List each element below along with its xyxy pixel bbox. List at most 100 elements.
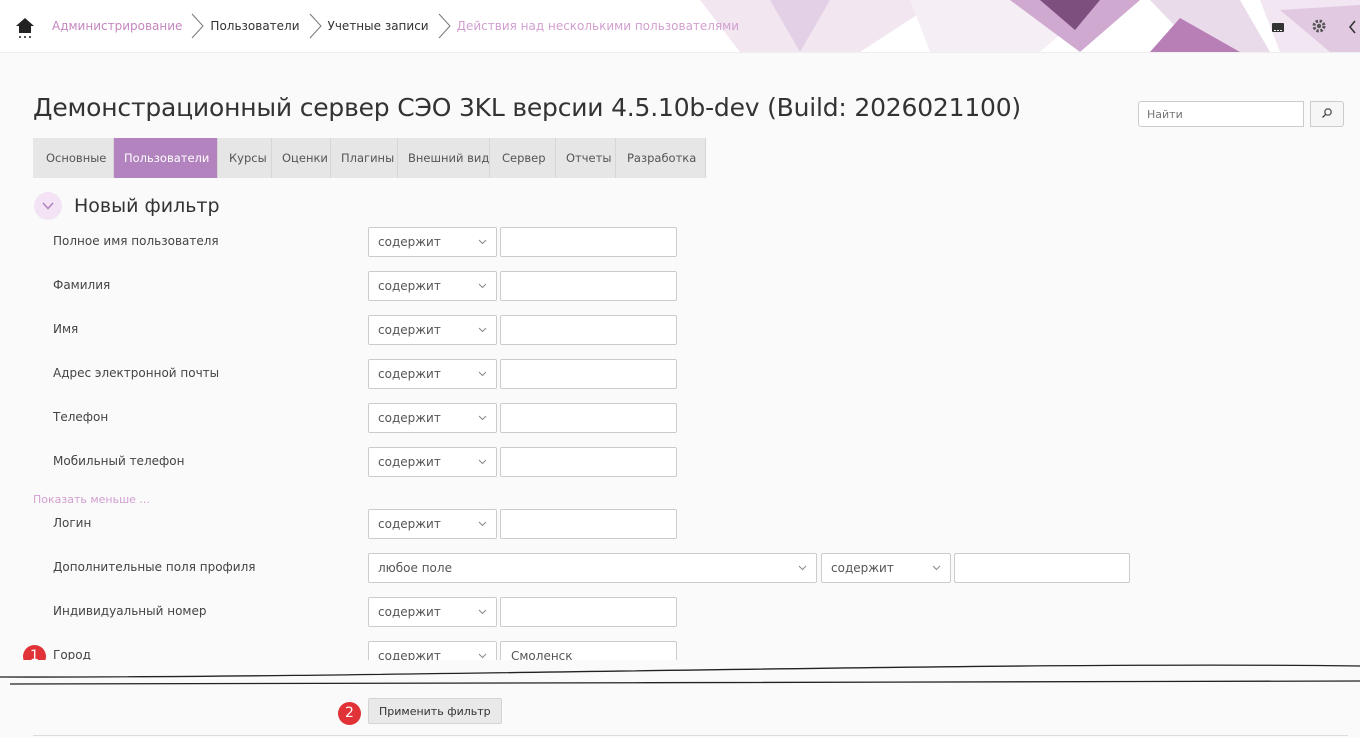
filter-row-login: Логин содержит — [0, 509, 1360, 539]
operator-value: содержит — [378, 605, 441, 619]
value-input[interactable] — [500, 227, 677, 257]
search-icon — [1322, 107, 1332, 118]
field-label: Полное имя пользователя — [53, 234, 219, 248]
operator-select[interactable]: содержит — [368, 403, 497, 433]
operator-select[interactable]: содержит — [821, 553, 951, 583]
header-decoration — [700, 0, 1360, 52]
breadcrumb-item[interactable]: Действия над несколькими пользователями — [429, 13, 739, 39]
filter-row-lastname: Фамилия содержит — [0, 271, 1360, 301]
home-icon[interactable] — [12, 14, 38, 40]
step-badge: 2 — [338, 702, 361, 725]
operator-select[interactable]: содержит — [368, 447, 497, 477]
operator-value: содержит — [378, 411, 441, 425]
value-input[interactable] — [500, 271, 677, 301]
chevron-down-icon — [478, 283, 487, 289]
operator-value: содержит — [378, 279, 441, 293]
tab-appearance[interactable]: Внешний вид — [398, 138, 490, 178]
tab-development[interactable]: Разработка — [616, 138, 706, 178]
value-input[interactable] — [500, 403, 677, 433]
filter-row-profile-fields: Дополнительные поля профиля любое поле с… — [0, 553, 1360, 583]
breadcrumb-item[interactable]: Пользователи — [182, 13, 300, 39]
operator-select[interactable]: содержит — [368, 227, 497, 257]
operator-select[interactable]: содержит — [368, 597, 497, 627]
breadcrumb-label[interactable]: Действия над несколькими пользователями — [457, 19, 739, 33]
chevron-down-icon — [478, 609, 487, 615]
page-title: Демонстрационный сервер СЭО 3KL версии 4… — [33, 93, 1021, 122]
apply-filter-button[interactable]: Применить фильтр — [368, 698, 502, 724]
operator-value: содержит — [831, 561, 894, 575]
value-input[interactable] — [500, 509, 677, 539]
operator-value: содержит — [378, 517, 441, 531]
breadcrumb-label[interactable]: Учетные записи — [328, 19, 429, 33]
field-label: Индивидуальный номер — [53, 604, 207, 618]
filter-row-idnumber: Индивидуальный номер содержит — [0, 597, 1360, 627]
operator-select[interactable]: содержит — [368, 509, 497, 539]
search-box — [1138, 101, 1344, 127]
admin-tabs: Основные Пользователи Курсы Оценки Плаги… — [33, 138, 706, 178]
operator-value: содержит — [378, 323, 441, 337]
value-input[interactable] — [500, 315, 677, 345]
filter-row-mobile: Мобильный телефон содержит — [0, 447, 1360, 477]
tab-users[interactable]: Пользователи — [114, 138, 218, 178]
chevron-down-icon — [478, 415, 487, 421]
field-label: Адрес электронной почты — [53, 366, 220, 380]
value-input[interactable] — [500, 447, 677, 477]
profile-field-select[interactable]: любое поле — [368, 553, 817, 583]
chevron-right-icon — [309, 13, 322, 39]
field-label: Логин — [53, 516, 92, 530]
chevron-down-icon — [478, 327, 487, 333]
field-label: Имя — [53, 322, 79, 336]
chevron-down-icon — [932, 565, 941, 571]
profile-field-value: любое поле — [378, 561, 452, 575]
tab-grades[interactable]: Оценки — [272, 138, 331, 178]
chevron-right-icon — [438, 13, 451, 39]
filter-row-firstname: Имя содержит — [0, 315, 1360, 345]
divider — [33, 735, 1348, 736]
operator-value: содержит — [378, 367, 441, 381]
field-label: Дополнительные поля профиля — [53, 560, 256, 574]
operator-select[interactable]: содержит — [368, 271, 497, 301]
search-input[interactable] — [1138, 101, 1304, 127]
operator-value: содержит — [378, 235, 441, 249]
tab-courses[interactable]: Курсы — [218, 138, 272, 178]
chevron-right-icon — [192, 13, 205, 39]
value-input[interactable] — [500, 597, 677, 627]
breadcrumb-label[interactable]: Пользователи — [210, 19, 299, 33]
breadcrumb-item[interactable]: Учетные записи — [300, 13, 429, 39]
chevron-left-icon[interactable] — [1348, 19, 1357, 38]
operator-select[interactable]: содержит — [368, 315, 497, 345]
chevron-down-icon — [478, 371, 487, 377]
filter-row-phone: Телефон содержит — [0, 403, 1360, 433]
chevron-down-icon — [478, 521, 487, 527]
collapse-toggle[interactable] — [34, 192, 62, 220]
tab-plugins[interactable]: Плагины — [331, 138, 398, 178]
search-button[interactable] — [1310, 101, 1344, 127]
breadcrumb-label[interactable]: Администрирование — [52, 19, 182, 33]
operator-select[interactable]: содержит — [368, 359, 497, 389]
chevron-down-icon — [478, 653, 487, 659]
breadcrumb: Администрирование Пользователи Учетные з… — [52, 8, 739, 44]
show-less-link[interactable]: Показать меньше ... — [33, 493, 150, 506]
tab-server[interactable]: Сервер — [490, 138, 556, 178]
chevron-down-icon — [42, 202, 54, 210]
field-label: Фамилия — [53, 278, 111, 292]
tab-osnovnye[interactable]: Основные — [33, 138, 114, 178]
chevron-down-icon — [478, 459, 487, 465]
value-input[interactable] — [500, 359, 677, 389]
message-icon[interactable] — [1271, 20, 1285, 39]
chevron-down-icon — [798, 565, 807, 571]
breadcrumb-item[interactable]: Администрирование — [52, 19, 182, 33]
chevron-down-icon — [478, 239, 487, 245]
field-label: Телефон — [53, 410, 109, 424]
filter-legend[interactable]: Новый фильтр — [34, 192, 220, 220]
filter-row-email: Адрес электронной почты содержит — [0, 359, 1360, 389]
value-input[interactable] — [954, 553, 1130, 583]
torn-edge-divider — [0, 660, 1360, 685]
tab-reports[interactable]: Отчеты — [556, 138, 616, 178]
gear-icon[interactable] — [1310, 17, 1328, 39]
field-label: Мобильный телефон — [53, 454, 185, 468]
filter-row-fullname: Полное имя пользователя содержит — [0, 227, 1360, 257]
top-navbar: Администрирование Пользователи Учетные з… — [0, 0, 1360, 53]
operator-value: содержит — [378, 455, 441, 469]
filter-title: Новый фильтр — [74, 195, 220, 217]
